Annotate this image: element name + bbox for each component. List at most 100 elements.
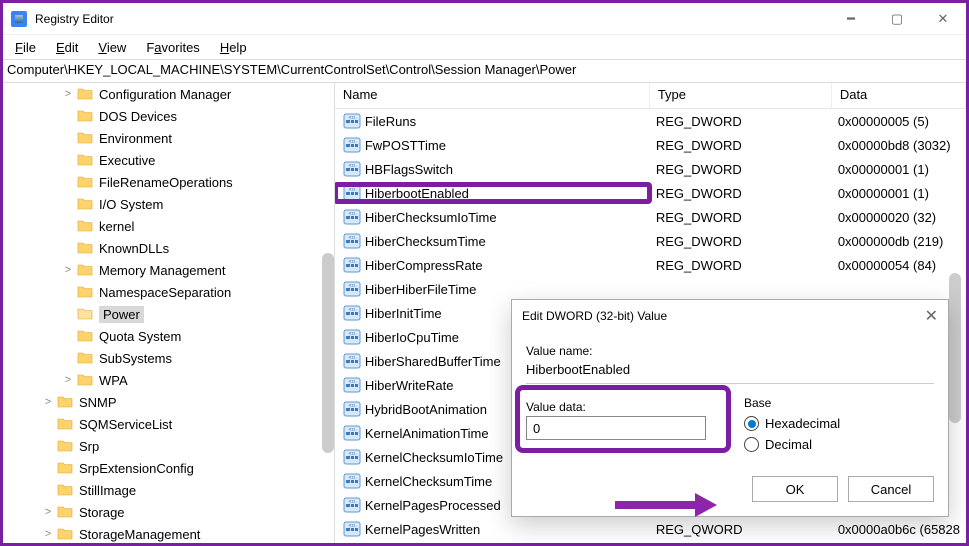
reg-value-icon: 011 [343,472,361,490]
value-name: HiberIoCpuTime [365,330,459,345]
chevron-icon[interactable]: > [39,506,57,518]
tree-item-filerenameoperations[interactable]: FileRenameOperations [3,171,334,193]
value-row-fwposttime[interactable]: 011FwPOSTTimeREG_DWORD0x00000bd8 (3032) [335,133,966,157]
tree-item-namespaceseparation[interactable]: NamespaceSeparation [3,281,334,303]
value-name: HiberbootEnabled [365,186,469,201]
svg-text:011: 011 [349,115,356,120]
tree-item-sqmservicelist[interactable]: SQMServiceList [3,413,334,435]
chevron-icon[interactable]: > [39,396,57,408]
menu-edit[interactable]: Edit [48,38,86,57]
tree-item-label: Srp [79,439,99,454]
header-data[interactable]: Data [832,83,966,108]
tree-item-srp[interactable]: Srp [3,435,334,457]
reg-value-icon: 011 [343,160,361,178]
tree-item-label: I/O System [99,197,163,212]
radio-hex[interactable] [744,416,759,431]
value-row-hiberchecksumiotime[interactable]: 011HiberChecksumIoTimeREG_DWORD0x0000002… [335,205,966,229]
tree-item-memory-management[interactable]: >Memory Management [3,259,334,281]
tree-item-label: NamespaceSeparation [99,285,231,300]
window-title: Registry Editor [35,12,828,26]
radio-hex-label: Hexadecimal [765,416,840,431]
tree-item-configuration-manager[interactable]: >Configuration Manager [3,83,334,105]
svg-text:011: 011 [349,211,356,216]
tree-item-label: SQMServiceList [79,417,172,432]
tree-item-executive[interactable]: Executive [3,149,334,171]
tree-item-subsystems[interactable]: SubSystems [3,347,334,369]
value-data: 0x00000bd8 (3032) [832,138,966,153]
reg-value-icon: 011 [343,232,361,250]
menu-help[interactable]: Help [212,38,255,57]
chevron-icon[interactable]: > [59,264,77,276]
reg-value-icon: 011 [343,352,361,370]
tree-item-wpa[interactable]: >WPA [3,369,334,391]
close-button[interactable]: ✕ [920,4,966,34]
folder-icon [77,174,95,190]
value-name: KernelChecksumTime [365,474,492,489]
cancel-button[interactable]: Cancel [848,476,934,502]
tree-item-kernel[interactable]: kernel [3,215,334,237]
tree-scrollbar[interactable] [322,253,334,453]
tree-item-environment[interactable]: Environment [3,127,334,149]
tree-item-storage[interactable]: >Storage [3,501,334,523]
tree-item-i-o-system[interactable]: I/O System [3,193,334,215]
tree-pane: >Configuration ManagerDOS DevicesEnviron… [3,83,335,543]
chevron-icon[interactable]: > [59,88,77,100]
tree-item-srpextensionconfig[interactable]: SrpExtensionConfig [3,457,334,479]
radio-dec-row[interactable]: Decimal [744,437,934,452]
svg-text:011: 011 [349,427,356,432]
minimize-button[interactable]: ━ [828,4,874,34]
value-row-fileruns[interactable]: 011FileRunsREG_DWORD0x00000005 (5) [335,109,966,133]
tree-item-quota-system[interactable]: Quota System [3,325,334,347]
folder-icon [77,350,95,366]
dialog-close-icon[interactable]: ✕ [925,306,938,326]
folder-icon [77,152,95,168]
value-row-hiberbootenabled[interactable]: 011HiberbootEnabledREG_DWORD0x00000001 (… [335,181,966,205]
reg-value-icon: 011 [343,448,361,466]
chevron-icon[interactable]: > [39,528,57,540]
value-name: HiberChecksumTime [365,234,486,249]
tree-item-dos-devices[interactable]: DOS Devices [3,105,334,127]
tree-item-label: StillImage [79,483,136,498]
menu-favorites[interactable]: Favorites [138,38,207,57]
value-row-hiberhiberfiletime[interactable]: 011HiberHiberFileTime [335,277,966,301]
dialog-titlebar[interactable]: Edit DWORD (32-bit) Value ✕ [512,300,948,332]
value-row-hiberchecksumtime[interactable]: 011HiberChecksumTimeREG_DWORD0x000000db … [335,229,966,253]
value-data-input[interactable] [526,416,706,440]
radio-dec[interactable] [744,437,759,452]
tree-item-power[interactable]: Power [3,303,334,325]
svg-text:011: 011 [349,307,356,312]
tree-item-stillimage[interactable]: StillImage [3,479,334,501]
menu-file[interactable]: File [7,38,44,57]
address-bar[interactable]: Computer\HKEY_LOCAL_MACHINE\SYSTEM\Curre… [3,59,966,83]
reg-value-icon: 011 [343,112,361,130]
header-name[interactable]: Name [335,83,650,108]
tree-item-label: StorageManagement [79,527,200,542]
value-row-hibercompressrate[interactable]: 011HiberCompressRateREG_DWORD0x00000054 … [335,253,966,277]
value-row-kernelpageswritten[interactable]: 011KernelPagesWrittenREG_QWORD0x0000a0b6… [335,517,966,541]
value-name: HBFlagsSwitch [365,162,453,177]
chevron-icon[interactable]: > [59,374,77,386]
ok-button[interactable]: OK [752,476,838,502]
list-scrollbar[interactable] [949,273,961,423]
folder-icon [77,86,95,102]
folder-icon [77,372,95,388]
header-type[interactable]: Type [650,83,832,108]
value-type: REG_DWORD [650,114,832,129]
reg-value-icon: 011 [343,136,361,154]
value-name-display: HiberbootEnabled [526,360,934,379]
tree-item-knowndlls[interactable]: KnownDLLs [3,237,334,259]
value-row-hbflagsswitch[interactable]: 011HBFlagsSwitchREG_DWORD0x00000001 (1) [335,157,966,181]
svg-text:011: 011 [349,355,356,360]
reg-value-icon: 011 [343,424,361,442]
menu-view[interactable]: View [90,38,134,57]
tree-item-label: SNMP [79,395,117,410]
list-headers: Name Type Data [335,83,966,109]
value-name: HiberHiberFileTime [365,282,476,297]
tree-item-snmp[interactable]: > SNMP [3,391,334,413]
svg-text:011: 011 [349,331,356,336]
tree-item-label: SubSystems [99,351,172,366]
edit-dword-dialog: Edit DWORD (32-bit) Value ✕ Value name: … [511,299,949,517]
maximize-button[interactable]: ▢ [874,4,920,34]
radio-hex-row[interactable]: Hexadecimal [744,416,934,431]
tree-item-storagemanagement[interactable]: > StorageManagement [3,523,334,543]
